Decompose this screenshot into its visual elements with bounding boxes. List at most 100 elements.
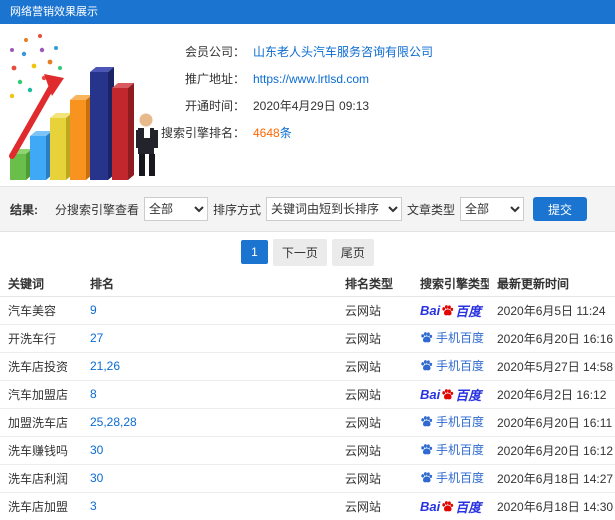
table-header-row: 关键词 排名 排名类型 搜索引擎类型 最新更新时间 <box>0 272 615 297</box>
next-page-button[interactable]: 下一页 <box>272 238 327 266</box>
table-row: 洗车赚钱吗 30 云网站 手机百度 2020年6月20日 16:12 <box>0 436 615 465</box>
keyword-cell: 洗车店利润 <box>0 464 82 493</box>
sort-filter-label: 排序方式 <box>212 202 261 217</box>
rank-link[interactable]: 25,28,28 <box>90 415 137 429</box>
open-time-row: 开通时间： 2020年4月29日 09:13 <box>160 92 615 119</box>
submit-button[interactable]: 提交 <box>532 197 587 221</box>
mobile-baidu-label: 手机百度 <box>436 415 485 429</box>
table-row: 加盟洗车店 25,28,28 云网站 手机百度 2020年6月20日 16:11 <box>0 408 615 437</box>
table-row: 洗车店投资 21,26 云网站 手机百度 2020年5月27日 14:58 <box>0 352 615 381</box>
type-filter-label: 文章类型 <box>406 202 455 217</box>
rank-cell: 9 <box>82 296 337 325</box>
baidu-paw-icon <box>442 388 454 399</box>
updated-cell: 2020年6月20日 16:12 <box>489 436 615 465</box>
rank-count-number: 4648 <box>253 126 280 140</box>
rank-link[interactable]: 30 <box>90 443 103 457</box>
rank-type-cell: 云网站 <box>337 492 412 520</box>
baidu-paw-icon <box>421 444 433 455</box>
table-row: 洗车店加盟 3 云网站 Bai 百度 2020年6月18日 14:30 <box>0 492 615 520</box>
table-row: 汽车加盟店 8 云网站 Bai 百度 2020年6月2日 16:12 <box>0 380 615 409</box>
keyword-cell: 汽车美容 <box>0 296 82 325</box>
promo-url-link[interactable]: https://www.lrtlsd.com <box>253 72 369 86</box>
pagination: 1 下一页 尾页 <box>0 232 615 272</box>
mobile-baidu-label: 手机百度 <box>436 443 485 457</box>
mobile-baidu-label: 手机百度 <box>436 331 485 345</box>
baidu-logo-latin: Bai <box>420 386 441 402</box>
rank-cell: 25,28,28 <box>82 408 337 437</box>
sort-select[interactable]: 关键词由短到长排序 <box>265 197 402 221</box>
open-time-label: 开通时间： <box>184 99 245 113</box>
updated-cell: 2020年6月18日 14:30 <box>489 492 615 520</box>
last-page-button[interactable]: 尾页 <box>331 238 374 266</box>
company-info: 会员公司： 山东老人头汽车服务咨询有限公司 推广地址： https://www.… <box>160 24 615 186</box>
baidu-paw-icon <box>421 360 433 371</box>
company-label: 会员公司： <box>184 45 245 59</box>
keyword-cell: 加盟洗车店 <box>0 408 82 437</box>
engine-cell: 手机百度 <box>412 436 489 465</box>
mobile-baidu-label: 手机百度 <box>436 359 485 373</box>
rank-link[interactable]: 30 <box>90 471 103 485</box>
header-updated: 最新更新时间 <box>489 272 615 297</box>
baidu-logo-latin: Bai <box>420 302 441 318</box>
engine-cell: Bai 百度 <box>412 380 489 409</box>
engine-cell: 手机百度 <box>412 464 489 493</box>
keyword-cell: 洗车店投资 <box>0 352 82 381</box>
mobile-baidu-logo: 手机百度 <box>420 441 484 458</box>
page-1-button[interactable]: 1 <box>241 240 268 264</box>
header-keyword: 关键词 <box>0 272 82 297</box>
engine-cell: Bai 百度 <box>412 296 489 325</box>
engine-select[interactable]: 全部 <box>143 197 208 221</box>
header-rank-type: 排名类型 <box>337 272 412 297</box>
rank-cell: 3 <box>82 492 337 520</box>
results-table: 关键词 排名 排名类型 搜索引擎类型 最新更新时间 汽车美容 9 云网站 Bai 百度 2… <box>0 272 615 520</box>
rank-type-cell: 云网站 <box>337 296 412 325</box>
filter-bar: 结果: 分搜索引擎查看 全部 排序方式 关键词由短到长排序 文章类型 全部 提交 <box>0 186 615 232</box>
rank-cell: 30 <box>82 436 337 465</box>
bar-chart-illustration <box>0 24 160 186</box>
rank-cell: 30 <box>82 464 337 493</box>
company-row: 会员公司： 山东老人头汽车服务咨询有限公司 <box>160 38 615 65</box>
updated-cell: 2020年5月27日 14:58 <box>489 352 615 381</box>
baidu-logo-latin: Bai <box>420 498 441 514</box>
result-label: 结果: <box>10 202 38 217</box>
engine-filter-label: 分搜索引擎查看 <box>54 202 139 217</box>
header: 网络营销效果展示 <box>0 0 615 24</box>
mobile-baidu-logo: 手机百度 <box>420 469 484 486</box>
rank-count-row: 搜索引擎排名： 4648条 <box>160 119 615 146</box>
promo-url-label: 推广地址： <box>184 72 245 86</box>
promo-url-row: 推广地址： https://www.lrtlsd.com <box>160 65 615 92</box>
baidu-paw-icon <box>442 304 454 315</box>
rank-link[interactable]: 8 <box>90 387 97 401</box>
baidu-logo-cn: 百度 <box>455 499 482 515</box>
rank-link[interactable]: 3 <box>90 499 97 513</box>
rank-link[interactable]: 9 <box>90 303 97 317</box>
page: 网络营销效果展示 会员公司： 山东老人头汽车服务咨询有限公司 推广地址： htt… <box>0 0 615 520</box>
baidu-paw-icon <box>421 416 433 427</box>
table-row: 开洗车行 27 云网站 手机百度 2020年6月20日 16:16 <box>0 324 615 353</box>
info-panel: 会员公司： 山东老人头汽车服务咨询有限公司 推广地址： https://www.… <box>0 24 615 186</box>
keyword-cell: 汽车加盟店 <box>0 380 82 409</box>
baidu-paw-icon <box>421 332 433 343</box>
rank-link[interactable]: 27 <box>90 331 103 345</box>
engine-cell: 手机百度 <box>412 324 489 353</box>
rank-link[interactable]: 21,26 <box>90 359 120 373</box>
baidu-logo-cn: 百度 <box>455 387 482 403</box>
open-time-value: 2020年4月29日 09:13 <box>253 99 370 113</box>
keyword-cell: 洗车赚钱吗 <box>0 436 82 465</box>
engine-cell: Bai 百度 <box>412 492 489 520</box>
baidu-paw-icon <box>442 500 454 511</box>
rank-cell: 27 <box>82 324 337 353</box>
type-select[interactable]: 全部 <box>459 197 524 221</box>
mobile-baidu-logo: 手机百度 <box>420 357 484 374</box>
mobile-baidu-logo: 手机百度 <box>420 413 484 430</box>
updated-cell: 2020年6月20日 16:11 <box>489 408 615 437</box>
rank-type-cell: 云网站 <box>337 464 412 493</box>
company-name-link[interactable]: 山东老人头汽车服务咨询有限公司 <box>253 43 433 60</box>
updated-cell: 2020年6月18日 14:27 <box>489 464 615 493</box>
updated-cell: 2020年6月2日 16:12 <box>489 380 615 409</box>
rank-type-cell: 云网站 <box>337 324 412 353</box>
rank-type-cell: 云网站 <box>337 408 412 437</box>
baidu-logo: Bai 百度 <box>420 301 481 320</box>
filter-controls: 分搜索引擎查看 全部 排序方式 关键词由短到长排序 文章类型 全部 提交 <box>55 197 587 221</box>
engine-cell: 手机百度 <box>412 352 489 381</box>
